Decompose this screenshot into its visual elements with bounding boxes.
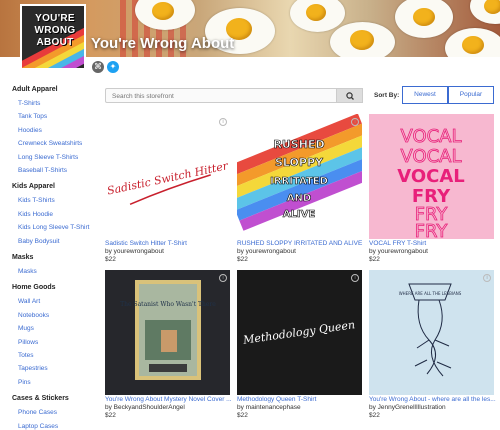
sidebar-category[interactable]: Masks	[12, 254, 33, 261]
sidebar-category[interactable]: Home Goods	[12, 284, 56, 291]
sidebar-category[interactable]: Cases & Stickers	[12, 395, 69, 402]
svg-text:SLOPPY: SLOPPY	[275, 156, 324, 169]
search-button[interactable]	[336, 88, 363, 103]
sidebar-category[interactable]: Adult Apparel	[12, 86, 58, 93]
shop-avatar: YOU'RE WRONG ABOUT	[20, 4, 86, 70]
product-art-line: VOCAL	[400, 146, 461, 167]
sidebar-item[interactable]: Totes	[18, 352, 34, 359]
avatar-text-3: ABOUT	[36, 37, 74, 48]
shop-title: You're Wrong About	[91, 35, 235, 52]
sidebar-category[interactable]: Kids Apparel	[12, 183, 55, 190]
product-art-line: FRY	[415, 221, 449, 239]
product-artist[interactable]: by JennyGrenellIllustration	[369, 404, 496, 411]
sidebar-item[interactable]: T-Shirts	[18, 100, 40, 107]
avatar-text-2: WRONG	[34, 25, 76, 36]
svg-text:IRRITATED: IRRITATED	[270, 176, 328, 187]
twitter-icon[interactable]: ✦	[107, 61, 119, 73]
product-title[interactable]: Methodology Queen T-Shirt	[237, 396, 364, 403]
sidebar-item[interactable]: Tapestries	[18, 365, 48, 372]
sort-label: Sort By:	[374, 92, 400, 99]
product-artist[interactable]: by yourewrongabout	[237, 248, 364, 255]
sidebar-item[interactable]: Baby Bodysuit	[18, 238, 60, 245]
product-artist[interactable]: by yourewrongabout	[369, 248, 496, 255]
sort-popular-button[interactable]: Popular	[448, 86, 494, 104]
svg-text:ALIVE: ALIVE	[283, 209, 316, 220]
sidebar-item[interactable]: Tank Tops	[18, 113, 47, 120]
product-price: $22	[369, 412, 380, 419]
product-artist[interactable]: by maintenancephase	[237, 404, 364, 411]
product-art-line: VOCAL	[397, 166, 465, 187]
sidebar-item[interactable]: Notebooks	[18, 312, 49, 319]
link-icon[interactable]: ⌘	[92, 61, 104, 73]
sidebar-item[interactable]: Hoodies	[18, 127, 42, 134]
sidebar-item[interactable]: Baseball T-Shirts	[18, 167, 67, 174]
product-title[interactable]: You're Wrong About - where are all the l…	[369, 396, 496, 403]
product-title[interactable]: You're Wrong About Mystery Novel Cover .…	[105, 396, 232, 403]
product-price: $22	[105, 412, 116, 419]
sidebar-item[interactable]: Wall Art	[18, 298, 40, 305]
search-box	[105, 88, 363, 103]
product-image[interactable]: VOCAL VOCAL VOCAL FRY FRY FRY	[369, 114, 494, 239]
product-art-text: WHERE ARE ALL THE LESBIANS	[399, 291, 462, 296]
avatar-text-1: YOU'RE	[35, 13, 75, 24]
product-artist[interactable]: by yourewrongabout	[105, 248, 232, 255]
product-title[interactable]: RUSHED SLOPPY IRRITATED AND ALIVE T-...	[237, 240, 364, 247]
sidebar-item[interactable]: Pins	[18, 379, 31, 386]
info-icon[interactable]: i	[351, 118, 359, 126]
sidebar-item[interactable]: Kids Hoodie	[18, 211, 53, 218]
product-artist[interactable]: by BeckyandShoulderAngel	[105, 404, 232, 411]
svg-text:AND: AND	[287, 193, 311, 204]
sidebar-item[interactable]: Long Sleeve T-Shirts	[18, 154, 78, 161]
sidebar-item[interactable]: Kids Long Sleeve T-Shirt	[18, 224, 89, 231]
product-image[interactable]: The Satanist Who Wasn't There	[105, 270, 230, 395]
product-price: $22	[369, 256, 380, 263]
product-art-text: Sadistic Switch Hitter	[106, 159, 230, 197]
product-price: $22	[237, 412, 248, 419]
product-image[interactable]: RUSHED SLOPPY IRRITATED AND ALIVE	[237, 114, 362, 239]
product-title[interactable]: VOCAL FRY T-Shirt	[369, 240, 496, 247]
sidebar-item[interactable]: Kids T-Shirts	[18, 197, 55, 204]
sidebar-item[interactable]: Pillows	[18, 339, 38, 346]
sidebar-item[interactable]: Mugs	[18, 325, 34, 332]
info-icon[interactable]: i	[219, 118, 227, 126]
svg-text:RUSHED: RUSHED	[273, 138, 324, 151]
product-art-text: The Satanist Who Wasn't There	[120, 301, 216, 308]
sidebar-item[interactable]: Laptop Cases	[18, 423, 58, 430]
product-price: $22	[105, 256, 116, 263]
sidebar-item[interactable]: Phone Cases	[18, 409, 57, 416]
product-image[interactable]: Sadistic Switch Hitter	[105, 114, 230, 239]
info-icon[interactable]: i	[219, 274, 227, 282]
search-icon	[346, 92, 354, 100]
product-art-line: VOCAL	[400, 126, 461, 147]
product-price: $22	[237, 256, 248, 263]
sidebar-item[interactable]: Crewneck Sweatshirts	[18, 140, 82, 147]
product-art-text: Methodology Queen	[241, 318, 355, 347]
sort-newest-button[interactable]: Newest	[402, 86, 448, 104]
search-input[interactable]	[112, 91, 332, 101]
sidebar-item[interactable]: Masks	[18, 268, 37, 275]
info-icon[interactable]: i	[351, 274, 359, 282]
product-image[interactable]: Methodology Queen	[237, 270, 362, 395]
info-icon[interactable]: i	[483, 274, 491, 282]
product-image[interactable]: WHERE ARE ALL THE LESBIANS	[369, 270, 494, 395]
product-title[interactable]: Sadistic Switch Hitter T-Shirt	[105, 240, 232, 247]
